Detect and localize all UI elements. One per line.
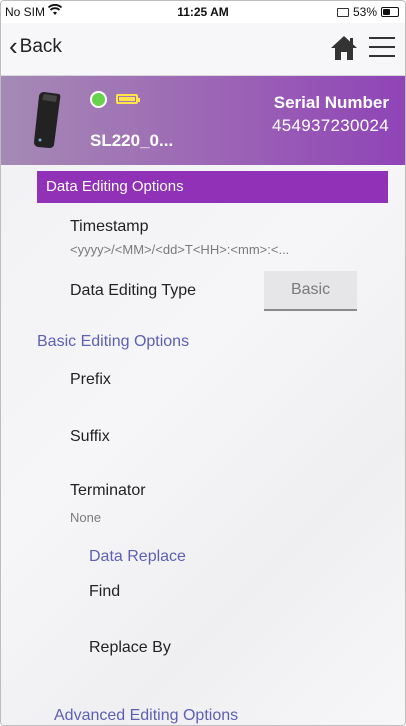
- suffix-field[interactable]: Suffix: [70, 428, 110, 446]
- prefix-field[interactable]: Prefix: [70, 371, 111, 389]
- data-editing-type-label: Data Editing Type: [70, 282, 197, 299]
- basic-editing-options-heading: Basic Editing Options: [37, 333, 190, 350]
- find-field[interactable]: Find: [89, 583, 120, 601]
- menu-line: [369, 37, 395, 39]
- data-replace-heading: Data Replace: [89, 548, 186, 565]
- serial-number-value: 454937230024: [271, 116, 389, 135]
- battery-status: 53%: [336, 5, 399, 19]
- home-button[interactable]: [329, 34, 359, 67]
- timestamp-value: <yyyy>/<MM>/<dd>T<HH>:<mm>:<...: [70, 242, 290, 257]
- connection-status-indicator: [90, 91, 107, 108]
- timestamp-label[interactable]: Timestamp: [70, 218, 149, 236]
- menu-line: [369, 46, 395, 48]
- status-bar: No SIM 11:25 AM 53%: [1, 1, 405, 23]
- data-editing-type-select[interactable]: Basic: [264, 271, 357, 311]
- section-header-data-editing: Data Editing Options: [37, 171, 388, 203]
- settings-content[interactable]: Data Editing Options Timestamp <yyyy>/<M…: [1, 165, 405, 725]
- scanner-device-image: [34, 92, 61, 148]
- terminator-value: None: [70, 510, 102, 525]
- screen-mirror-icon: [336, 7, 349, 17]
- device-name: SL220_0...: [90, 131, 174, 150]
- menu-line: [369, 55, 395, 57]
- home-icon: [331, 36, 357, 60]
- device-header: SL220_0... Serial Number 454937230024: [1, 76, 405, 165]
- replace-by-field[interactable]: Replace By: [89, 639, 171, 657]
- advanced-editing-options-heading[interactable]: Advanced Editing Options: [54, 707, 238, 725]
- hamburger-menu-icon[interactable]: [369, 37, 395, 64]
- phone-screen: No SIM 11:25 AM 53% ‹ Back SL220_0... Se…: [0, 0, 406, 726]
- terminator-label[interactable]: Terminator: [70, 482, 146, 500]
- navigation-bar: ‹ Back: [1, 23, 405, 76]
- battery-fill: [383, 9, 390, 15]
- device-battery-icon: [116, 94, 140, 104]
- serial-number-label: Serial Number: [273, 93, 389, 112]
- back-button[interactable]: ‹ Back: [9, 30, 62, 61]
- battery-icon: [381, 7, 399, 17]
- battery-percent: 53%: [352, 5, 377, 19]
- chevron-left-icon: ‹: [9, 30, 18, 61]
- back-label: Back: [19, 36, 62, 57]
